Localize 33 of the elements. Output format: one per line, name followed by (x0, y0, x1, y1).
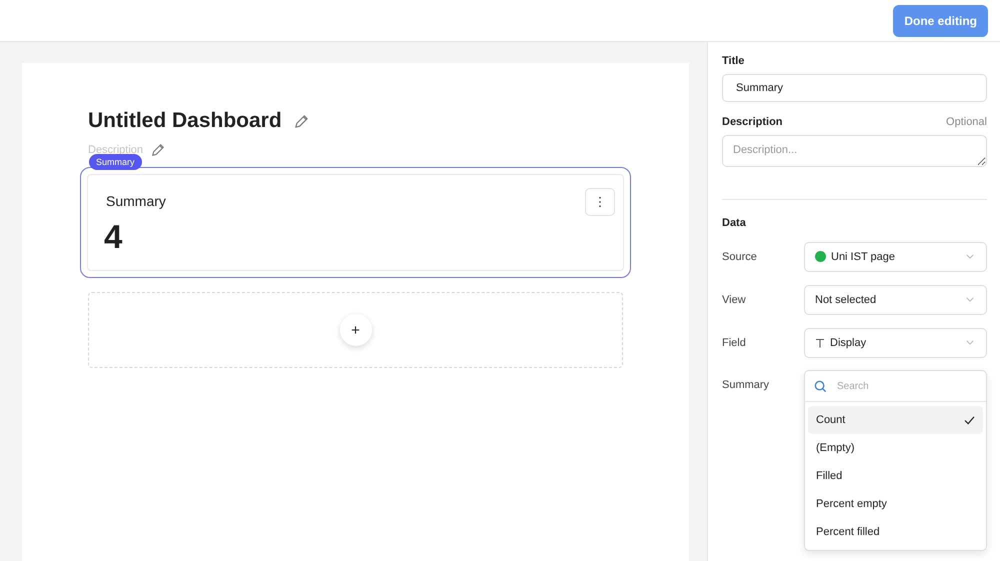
menu-option[interactable]: Count (808, 406, 983, 434)
chevron-down-icon (966, 254, 974, 259)
field-label: Summary (722, 379, 770, 391)
dashboard-title: Untitled Dashboard (88, 109, 282, 133)
vertical-dots-icon (598, 196, 602, 208)
summary-widget[interactable]: Summary 4 (80, 167, 631, 278)
field-label: Field (722, 336, 747, 348)
search-icon (814, 380, 827, 392)
select-field[interactable]: Not selected (804, 284, 987, 314)
title-input[interactable]: Summary (722, 74, 987, 102)
menu-option[interactable]: Percent empty (808, 490, 983, 518)
add-widget-button[interactable]: + (340, 314, 372, 346)
check-icon (964, 416, 975, 424)
pencil-icon[interactable] (294, 114, 309, 128)
menu-option[interactable]: (Empty) (808, 434, 983, 462)
chevron-down-icon (966, 297, 974, 302)
description-label: Description (722, 116, 783, 128)
data-heading: Data (722, 217, 747, 229)
menu-option[interactable]: Percent filled (808, 518, 983, 546)
select-field[interactable]: Uni IST page (804, 242, 987, 272)
widget-title: Summary (106, 193, 166, 209)
widget-badge: Summary (89, 154, 142, 170)
widget-value: 4 (104, 218, 124, 256)
chevron-down-icon (966, 340, 974, 345)
field-label: View (722, 294, 747, 306)
menu-option[interactable]: Filled (808, 462, 983, 490)
select-field[interactable]: Display (804, 328, 987, 358)
text-type-icon (815, 338, 825, 348)
description-input[interactable]: Description... (722, 135, 987, 167)
pencil-icon[interactable] (151, 143, 166, 157)
optional-hint: Optional (946, 116, 987, 128)
field-label: Source (722, 250, 758, 262)
title-label: Title (722, 55, 746, 67)
